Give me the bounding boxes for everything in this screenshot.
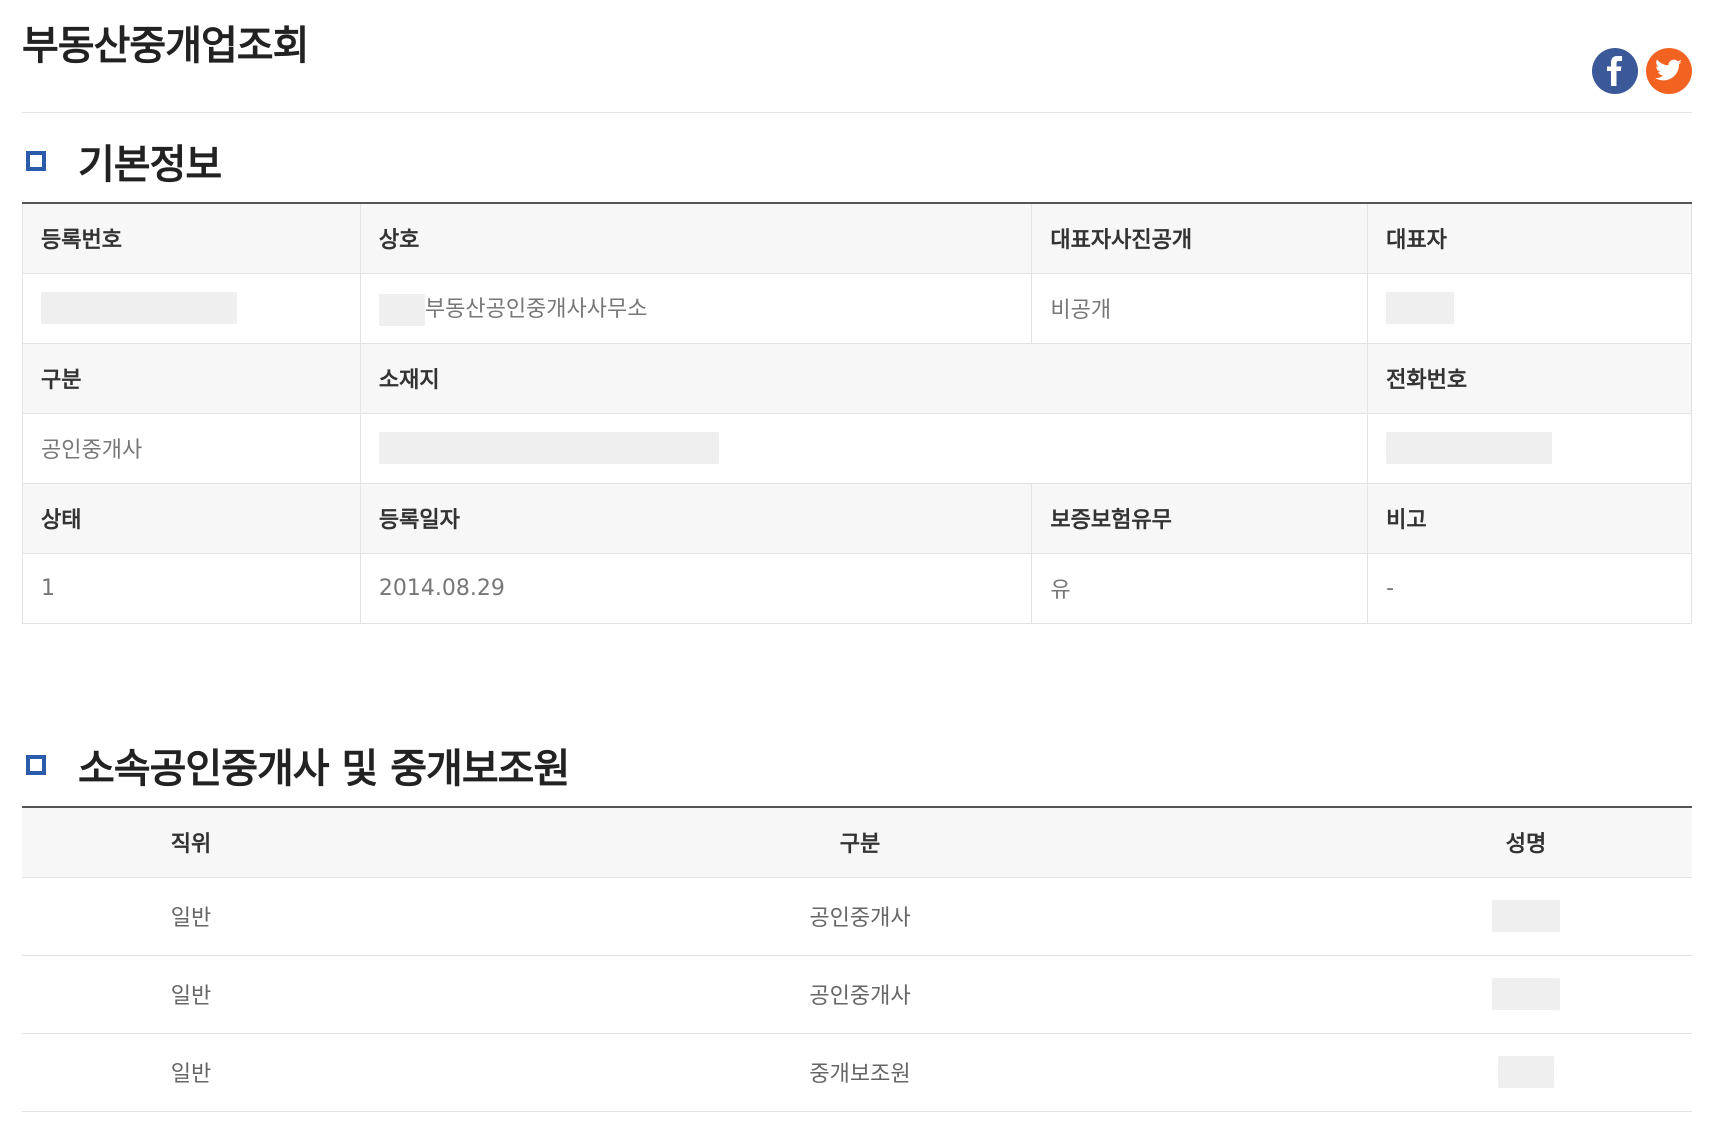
member-type: 공인중개사 [360, 877, 1360, 956]
address-value [359, 412, 1369, 484]
rep-photo-value: 비공개 [1031, 272, 1369, 344]
masked-trade-prefix [378, 293, 425, 326]
info-header-row: 등록번호 상호 대표자사진공개 대표자 [22, 202, 1692, 274]
member-name [1360, 955, 1692, 1034]
column-header-name: 성명 [1360, 807, 1692, 878]
reg-no-value [22, 272, 361, 344]
member-name [1360, 877, 1692, 956]
remarks-label: 비고 [1367, 482, 1692, 554]
member-position: 일반 [22, 955, 360, 1034]
member-position: 일반 [22, 1033, 360, 1112]
members-title: 소속공인중개사 및 중개보조원 [78, 746, 570, 792]
masked-reg-no [41, 292, 237, 324]
representative-label: 대표자 [1367, 202, 1692, 274]
title-divider [22, 112, 1692, 113]
remarks-value: - [1367, 552, 1692, 624]
representative-value [1367, 272, 1692, 344]
basic-info-title: 기본정보 [78, 142, 222, 188]
status-label: 상태 [22, 482, 361, 554]
twitter-icon [1655, 59, 1682, 81]
reg-date-label: 등록일자 [359, 482, 1033, 554]
members-header-row: 직위 구분 성명 [22, 807, 1692, 878]
column-header-type: 구분 [360, 807, 1360, 878]
reg-no-label: 등록번호 [22, 202, 361, 274]
page: 부동산중개업조회 기본정보 등록번호 상호 대표자사진공개 대표자 부동산공인중… [0, 0, 1714, 1136]
phone-label: 전화번호 [1367, 342, 1692, 414]
table-row: 일반 중개보조원 [22, 1033, 1692, 1112]
trade-name-text: 부동산공인중개사사무소 [424, 296, 648, 322]
table-row: 일반 공인중개사 [22, 955, 1692, 1034]
member-type: 중개보조원 [360, 1033, 1360, 1112]
info-value-row: 1 2014.08.29 유 - [22, 552, 1692, 624]
facebook-share-button[interactable] [1592, 48, 1638, 94]
members-table: 직위 구분 성명 일반 공인중개사 일반 공인중개사 일반 중개보조원 [22, 806, 1692, 1112]
member-type: 공인중개사 [360, 955, 1360, 1034]
facebook-icon [1607, 56, 1622, 86]
member-name [1360, 1033, 1692, 1112]
social-share [1592, 48, 1692, 94]
masked-phone [1386, 432, 1553, 464]
table-row: 일반 공인중개사 [22, 877, 1692, 956]
status-value: 1 [22, 552, 361, 624]
basic-info-table: 등록번호 상호 대표자사진공개 대표자 부동산공인중개사사무소 비공개 구분 소… [22, 202, 1692, 624]
masked-address [378, 432, 719, 464]
category-value: 공인중개사 [22, 412, 361, 484]
masked-representative [1386, 292, 1455, 324]
column-header-position: 직위 [22, 807, 360, 878]
rep-photo-label: 대표자사진공개 [1031, 202, 1369, 274]
member-position: 일반 [22, 877, 360, 956]
category-label: 구분 [22, 342, 361, 414]
info-value-row: 부동산공인중개사사무소 비공개 [22, 272, 1692, 344]
square-bullet-icon [26, 755, 46, 775]
masked-name [1492, 900, 1560, 932]
trade-name-label: 상호 [359, 202, 1033, 274]
members-heading: 소속공인중개사 및 중개보조원 [22, 736, 570, 794]
address-label: 소재지 [359, 342, 1369, 414]
info-header-row: 구분 소재지 전화번호 [22, 342, 1692, 414]
insurance-value: 유 [1031, 552, 1369, 624]
twitter-share-button[interactable] [1646, 48, 1692, 94]
info-value-row: 공인중개사 [22, 412, 1692, 484]
info-header-row: 상태 등록일자 보증보험유무 비고 [22, 482, 1692, 554]
masked-name [1498, 1056, 1554, 1088]
page-title: 부동산중개업조회 [22, 23, 309, 69]
basic-info-heading: 기본정보 [22, 132, 222, 190]
trade-name-value: 부동산공인중개사사무소 [359, 272, 1033, 344]
insurance-label: 보증보험유무 [1031, 482, 1369, 554]
square-bullet-icon [26, 151, 46, 171]
phone-value [1367, 412, 1692, 484]
masked-name [1492, 978, 1560, 1010]
reg-date-value: 2014.08.29 [359, 552, 1033, 624]
